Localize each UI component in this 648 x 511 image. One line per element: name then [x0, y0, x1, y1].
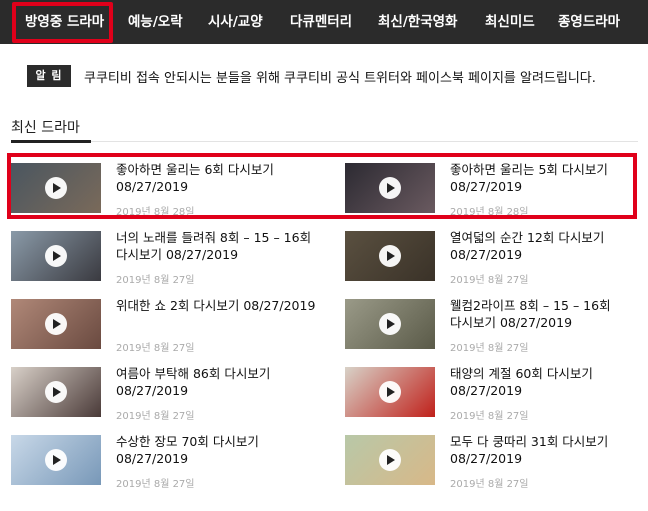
play-icon[interactable] — [45, 381, 67, 403]
play-icon[interactable] — [45, 245, 67, 267]
drama-date: 2019년 8월 27일 — [450, 479, 529, 490]
nav-item-documentary[interactable]: 다큐멘터리 — [290, 0, 352, 44]
drama-thumbnail[interactable] — [345, 299, 435, 349]
drama-date: 2019년 8월 27일 — [450, 411, 529, 422]
notice-bar: 알 림 쿠쿠티비 접속 안되시는 분들을 위해 쿠쿠티비 공식 트위터와 페이스… — [0, 56, 648, 96]
drama-card[interactable]: 웰컴2라이프 8회 – 15 – 16회 다시보기 08/27/2019 2019… — [345, 297, 648, 359]
drama-thumbnail[interactable] — [11, 435, 101, 485]
top-nav: 방영중 드라마 예능/오락 시사/교양 다큐멘터리 최신/한국영화 최신미드 종… — [0, 0, 648, 44]
drama-thumbnail[interactable] — [11, 367, 101, 417]
section-title: 최신 드라마 — [11, 120, 80, 136]
play-icon[interactable] — [379, 245, 401, 267]
notice-badge: 알 림 — [27, 65, 71, 87]
drama-date: 2019년 8월 27일 — [116, 411, 195, 422]
play-icon[interactable] — [45, 313, 67, 335]
drama-card[interactable]: 모두 다 쿵따리 31회 다시보기 08/27/2019 2019년 8월 27일 — [345, 433, 648, 495]
drama-card[interactable]: 너의 노래를 들려줘 8회 – 15 – 16회 다시보기 08/27/2019… — [11, 229, 321, 291]
nav-item-us-drama[interactable]: 최신미드 — [485, 0, 535, 44]
nav-item-korean-movie[interactable]: 최신/한국영화 — [378, 0, 457, 44]
drama-title-link[interactable]: 열여덟의 순간 12회 다시보기 08/27/2019 — [450, 229, 648, 263]
nav-item-variety[interactable]: 예능/오락 — [128, 0, 183, 44]
drama-title-link[interactable]: 위대한 쇼 2회 다시보기 08/27/2019 — [116, 297, 316, 314]
drama-date: 2019년 8월 27일 — [116, 343, 195, 354]
drama-title-link[interactable]: 태양의 계절 60회 다시보기 08/27/2019 — [450, 365, 648, 399]
notice-text[interactable]: 쿠쿠티비 접속 안되시는 분들을 위해 쿠쿠티비 공식 트위터와 페이스북 페이… — [84, 67, 596, 86]
drama-card[interactable]: 태양의 계절 60회 다시보기 08/27/2019 2019년 8월 27일 — [345, 365, 648, 427]
highlight-box — [7, 153, 637, 219]
drama-card[interactable]: 수상한 장모 70회 다시보기 08/27/2019 2019년 8월 27일 — [11, 433, 321, 495]
drama-title-link[interactable]: 모두 다 쿵따리 31회 다시보기 08/27/2019 — [450, 433, 648, 467]
drama-date: 2019년 8월 27일 — [450, 343, 529, 354]
drama-thumbnail[interactable] — [345, 367, 435, 417]
drama-date: 2019년 8월 27일 — [116, 479, 195, 490]
drama-card[interactable]: 위대한 쇼 2회 다시보기 08/27/2019 2019년 8월 27일 — [11, 297, 321, 359]
active-nav-highlight — [12, 2, 113, 43]
drama-date: 2019년 8월 27일 — [450, 275, 529, 286]
drama-thumbnail[interactable] — [11, 299, 101, 349]
nav-item-ended-drama[interactable]: 종영드라마 — [558, 0, 620, 44]
drama-thumbnail[interactable] — [345, 231, 435, 281]
drama-date: 2019년 8월 27일 — [116, 275, 195, 286]
section-title-underline — [11, 140, 91, 143]
drama-card[interactable]: 여름아 부탁해 86회 다시보기 08/27/2019 2019년 8월 27일 — [11, 365, 321, 427]
play-icon[interactable] — [379, 449, 401, 471]
nav-item-current-affairs[interactable]: 시사/교양 — [208, 0, 263, 44]
drama-title-link[interactable]: 너의 노래를 들려줘 8회 – 15 – 16회 다시보기 08/27/2019 — [116, 229, 316, 263]
drama-thumbnail[interactable] — [11, 231, 101, 281]
drama-title-link[interactable]: 웰컴2라이프 8회 – 15 – 16회 다시보기 08/27/2019 — [450, 297, 648, 331]
drama-title-link[interactable]: 여름아 부탁해 86회 다시보기 08/27/2019 — [116, 365, 316, 399]
drama-card[interactable]: 열여덟의 순간 12회 다시보기 08/27/2019 2019년 8월 27일 — [345, 229, 648, 291]
play-icon[interactable] — [379, 381, 401, 403]
drama-thumbnail[interactable] — [345, 435, 435, 485]
section-divider — [11, 141, 638, 142]
drama-title-link[interactable]: 수상한 장모 70회 다시보기 08/27/2019 — [116, 433, 316, 467]
play-icon[interactable] — [45, 449, 67, 471]
play-icon[interactable] — [379, 313, 401, 335]
